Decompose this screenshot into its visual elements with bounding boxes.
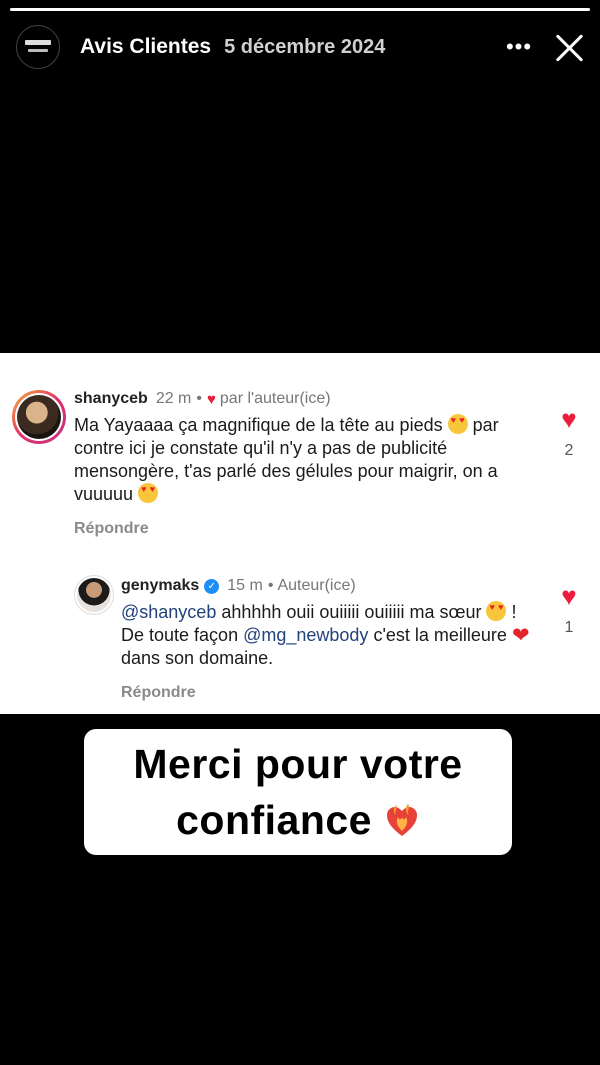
heart-eyes-emoji-icon [447,414,468,434]
story-header: Avis Clientes 5 décembre 2024 ••• [16,24,586,70]
comment-like: ♥ 2 [552,406,586,460]
story-progress-bar [10,8,590,11]
thank-you-sticker: Merci pour votre confiance [84,729,512,855]
reply-text: @shanyceb ahhhhh ouii ouiiiii ouiiiii ma… [121,601,540,670]
verified-badge-icon: ✓ [204,578,220,594]
more-options-icon[interactable]: ••• [502,30,536,64]
author-label: Auteur(ice) [277,577,356,594]
comment-time: 22 m [155,390,192,407]
separator-dot: • [196,390,202,407]
like-heart-icon[interactable]: ♥ [552,406,586,432]
story-progress-fill [10,8,590,11]
mention-link[interactable]: @shanyceb [121,602,216,622]
sticker-line-2: confiance [84,792,512,848]
like-count: 2 [564,442,574,459]
comment-text: Ma Yayaaaa ça magnifique de la tête au p… [74,414,540,506]
close-icon[interactable] [552,30,586,64]
reply-button[interactable]: Répondre [121,684,540,702]
like-count: 1 [564,619,574,636]
replier-avatar[interactable] [74,575,114,615]
sticker-line-1: Merci pour votre [133,741,463,787]
reply-button[interactable]: Répondre [74,520,540,538]
reply-time: 15 m [227,577,263,594]
mention-link[interactable]: @mg_newbody [243,625,368,645]
heart-eyes-emoji-icon [486,601,507,621]
replier-username[interactable]: genymaks [121,577,199,595]
author-liked-heart-icon: ♥ [207,390,216,408]
commenter-username[interactable]: shanyceb [74,390,148,408]
reply-like: ♥ 1 [552,583,586,637]
red-heart-emoji-icon: ❤ [511,624,530,647]
liked-by-author-label: par l'auteur(ice) [219,390,331,407]
heart-on-fire-emoji-icon [384,797,420,836]
story-title[interactable]: Avis Clientes [80,35,211,59]
like-heart-icon[interactable]: ♥ [552,583,586,609]
commenter-avatar[interactable] [12,390,66,444]
account-avatar[interactable] [16,25,60,69]
story-date: 5 décembre 2024 [224,35,386,58]
heart-eyes-emoji-icon [138,483,159,503]
comment-screenshot-card: shanyceb 22 m • ♥ par l'auteur(ice) Ma Y… [0,353,600,714]
separator-dot: • [267,577,274,594]
